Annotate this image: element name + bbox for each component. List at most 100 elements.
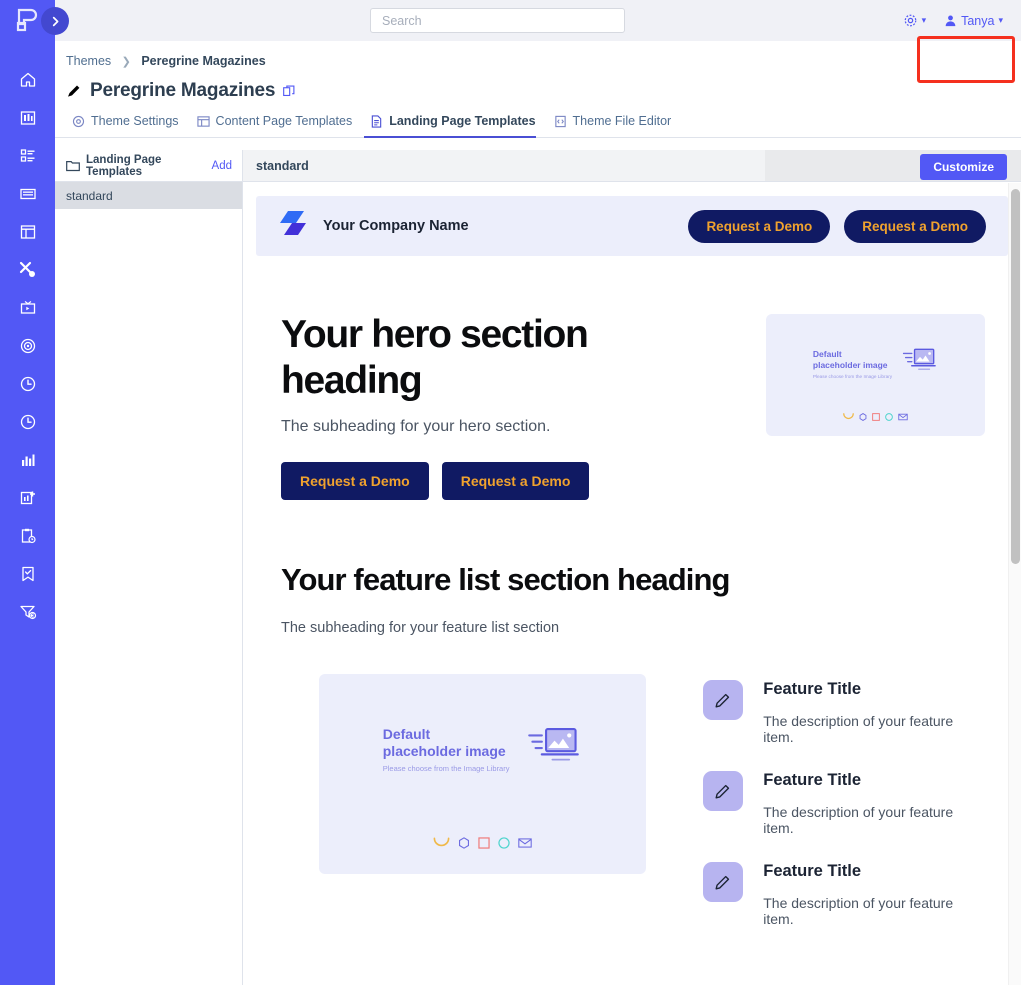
envelope-shape-icon xyxy=(898,413,908,420)
add-report-icon[interactable] xyxy=(13,485,43,510)
user-menu-button[interactable]: Tanya ▾ xyxy=(944,14,1003,28)
tab-label: Theme Settings xyxy=(91,114,179,128)
template-sidebar: Landing Page Templates Add standard xyxy=(55,150,243,985)
clipboard-clock-icon[interactable] xyxy=(13,523,43,548)
rail-icon-list xyxy=(13,67,43,624)
circle-shape-icon xyxy=(885,412,893,421)
customize-button[interactable]: Customize xyxy=(920,154,1007,180)
lp-hero-buttons: Request a Demo Request a Demo xyxy=(281,462,697,500)
lp-feature-title: Feature Title xyxy=(763,771,862,789)
template-list-item-standard[interactable]: standard xyxy=(55,182,242,209)
request-demo-button-hero-2[interactable]: Request a Demo xyxy=(441,462,590,500)
lp-feature-desc: The description of your feature item. xyxy=(763,895,954,927)
document-icon xyxy=(371,114,382,128)
tab-content-page-templates[interactable]: Content Page Templates xyxy=(191,114,365,137)
ph-caption: Please choose from the Image Library xyxy=(812,373,893,379)
ph-title-line2: placeholder image xyxy=(812,359,888,370)
lp-feature-desc: The description of your feature item. xyxy=(763,713,954,745)
expand-sidebar-button[interactable] xyxy=(41,7,69,35)
breadcrumb-themes-link[interactable]: Themes xyxy=(66,54,111,68)
lp-feature-placeholder-image[interactable]: Default placeholder image Please choose … xyxy=(319,674,647,874)
page-title-row: Peregrine Magazines xyxy=(55,68,1021,102)
preview-iframe: Your Company Name Request a Demo Request… xyxy=(243,183,1021,985)
laptop-image-icon xyxy=(902,348,938,379)
ph-shape-row xyxy=(766,412,985,421)
square-shape-icon xyxy=(872,412,880,421)
library-icon[interactable] xyxy=(13,105,43,130)
layout-template-icon xyxy=(196,115,210,127)
keyboard-icon[interactable] xyxy=(13,181,43,206)
top-bar-right: ▾ Tanya ▾ xyxy=(903,0,1003,41)
request-demo-button-header-2[interactable]: Request a Demo xyxy=(844,209,986,243)
tab-bar: Theme Settings Content Page Templates La… xyxy=(55,102,1021,138)
ph-title-line2: placeholder image xyxy=(382,743,506,759)
lp-hero-subheading: The subheading for your hero section. xyxy=(281,418,551,435)
tab-theme-file-editor[interactable]: Theme File Editor xyxy=(548,114,684,137)
lp-feature-body: Default placeholder image Please choose … xyxy=(281,674,985,953)
file-code-icon xyxy=(554,115,566,127)
lp-hero-heading: Your hero section heading xyxy=(281,313,589,402)
bookmark-check-icon[interactable] xyxy=(13,561,43,586)
smile-shape-icon xyxy=(843,413,854,420)
envelope-shape-icon xyxy=(518,837,532,848)
ph-title-line1: Default xyxy=(382,726,431,742)
dashboard-icon[interactable] xyxy=(13,143,43,168)
request-demo-button-header-1[interactable]: Request a Demo xyxy=(688,209,831,243)
chevron-down-icon: ▾ xyxy=(998,15,1003,25)
tab-label: Landing Page Templates xyxy=(389,114,536,128)
clock-alt-icon[interactable] xyxy=(13,409,43,434)
hexagon-shape-icon xyxy=(459,836,470,849)
breadcrumb-separator-icon: ❯ xyxy=(121,56,131,68)
tools-icon[interactable] xyxy=(13,257,43,282)
lp-feature-heading: Your feature list section heading xyxy=(281,562,730,597)
search-input[interactable] xyxy=(380,12,615,29)
lp-hero-section: Your hero section heading The subheading… xyxy=(243,256,1021,500)
bar-chart-icon[interactable] xyxy=(13,447,43,472)
user-name-label: Tanya xyxy=(961,13,995,28)
preview-template-name: standard xyxy=(256,158,309,173)
target-icon[interactable] xyxy=(13,333,43,358)
preview-scrollbar-thumb[interactable] xyxy=(1011,189,1020,564)
app-window: ▾ Tanya ▾ Themes ❯ Peregrine Magazines P… xyxy=(0,0,1021,985)
smile-shape-icon xyxy=(433,837,450,847)
tab-theme-settings[interactable]: Theme Settings xyxy=(66,114,191,137)
lp-feature-desc: The description of your feature item. xyxy=(763,804,954,836)
square-shape-icon xyxy=(478,836,490,849)
pencil-icon xyxy=(703,680,744,720)
lp-hero-text: Your hero section heading The subheading… xyxy=(267,312,697,500)
preview-scrollbar[interactable] xyxy=(1008,183,1021,985)
lp-feature-title: Feature Title xyxy=(763,862,862,880)
media-icon[interactable] xyxy=(13,295,43,320)
left-nav-rail xyxy=(0,0,69,985)
chevron-down-icon: ▾ xyxy=(921,15,927,25)
clock-icon[interactable] xyxy=(13,371,43,396)
layout-icon[interactable] xyxy=(13,219,43,244)
template-sidebar-header: Landing Page Templates Add xyxy=(55,150,242,182)
settings-menu-button[interactable]: ▾ xyxy=(903,13,927,28)
home-icon[interactable] xyxy=(13,67,43,92)
ph-shape-row xyxy=(319,836,646,849)
page-body: Themes ❯ Peregrine Magazines Peregrine M… xyxy=(55,41,1021,985)
breadcrumb-current: Peregrine Magazines xyxy=(141,54,266,68)
lp-brand[interactable]: Your Company Name xyxy=(278,210,469,242)
customize-button-wrap: Customize xyxy=(920,154,1007,180)
ph-caption: Please choose from the Image Library xyxy=(382,764,510,773)
breadcrumb: Themes ❯ Peregrine Magazines xyxy=(55,41,1021,68)
preview-toolbar: standard Customize xyxy=(243,150,1021,182)
folder-icon xyxy=(66,159,80,172)
pencil-icon xyxy=(703,862,744,902)
search-box[interactable] xyxy=(370,8,625,33)
funnel-euro-icon[interactable] xyxy=(13,599,43,624)
copy-icon[interactable] xyxy=(283,85,295,97)
company-logo-icon xyxy=(278,210,311,242)
lp-feature-subheading: The subheading for your feature list sec… xyxy=(281,620,560,636)
gear-icon xyxy=(904,14,916,27)
lp-feature-item: Feature Title The description of your fe… xyxy=(703,680,985,745)
template-item-label: standard xyxy=(66,188,113,203)
tab-label: Content Page Templates xyxy=(215,114,353,128)
tab-landing-page-templates[interactable]: Landing Page Templates xyxy=(364,114,547,138)
add-template-button[interactable]: Add xyxy=(212,160,232,172)
page-title: Peregrine Magazines xyxy=(90,80,276,101)
request-demo-button-hero-1[interactable]: Request a Demo xyxy=(281,462,429,500)
lp-hero-placeholder-image[interactable]: Default placeholder image Please choose … xyxy=(766,314,985,436)
